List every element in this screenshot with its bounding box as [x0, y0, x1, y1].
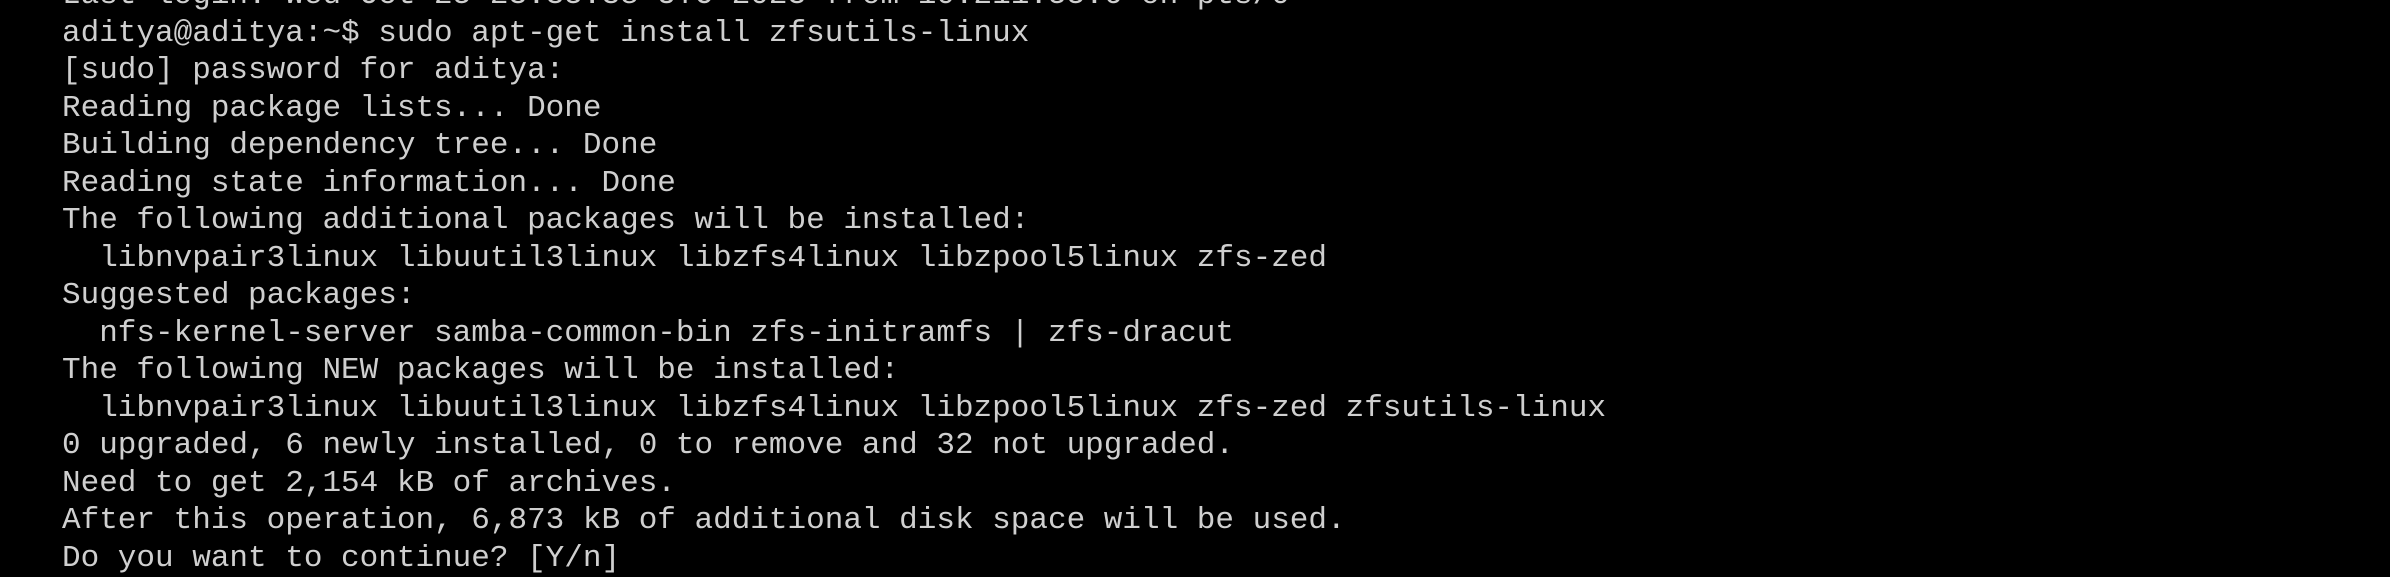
- new-packages-list: libnvpair3linux libuutil3linux libzfs4li…: [62, 390, 1606, 428]
- output-line: Reading state information... Done: [62, 165, 1606, 203]
- terminal-output[interactable]: Last login: Wed Oct 25 23:35:38 UTC 2023…: [62, 0, 1606, 577]
- output-line: The following additional packages will b…: [62, 202, 1606, 240]
- output-line: Suggested packages:: [62, 277, 1606, 315]
- command-line: aditya@aditya:~$ sudo apt-get install zf…: [62, 15, 1606, 53]
- download-size: Need to get 2,154 kB of archives.: [62, 465, 1606, 503]
- continue-prompt[interactable]: Do you want to continue? [Y/n]: [62, 540, 1606, 577]
- upgrade-summary: 0 upgraded, 6 newly installed, 0 to remo…: [62, 427, 1606, 465]
- disk-space-usage: After this operation, 6,873 kB of additi…: [62, 502, 1606, 540]
- output-line: The following NEW packages will be insta…: [62, 352, 1606, 390]
- output-line: Reading package lists... Done: [62, 90, 1606, 128]
- suggested-packages-list: nfs-kernel-server samba-common-bin zfs-i…: [62, 315, 1606, 353]
- sudo-password-prompt: [sudo] password for aditya:: [62, 52, 1606, 90]
- last-login-line: Last login: Wed Oct 25 23:35:38 UTC 2023…: [62, 0, 1606, 15]
- additional-packages-list: libnvpair3linux libuutil3linux libzfs4li…: [62, 240, 1606, 278]
- output-line: Building dependency tree... Done: [62, 127, 1606, 165]
